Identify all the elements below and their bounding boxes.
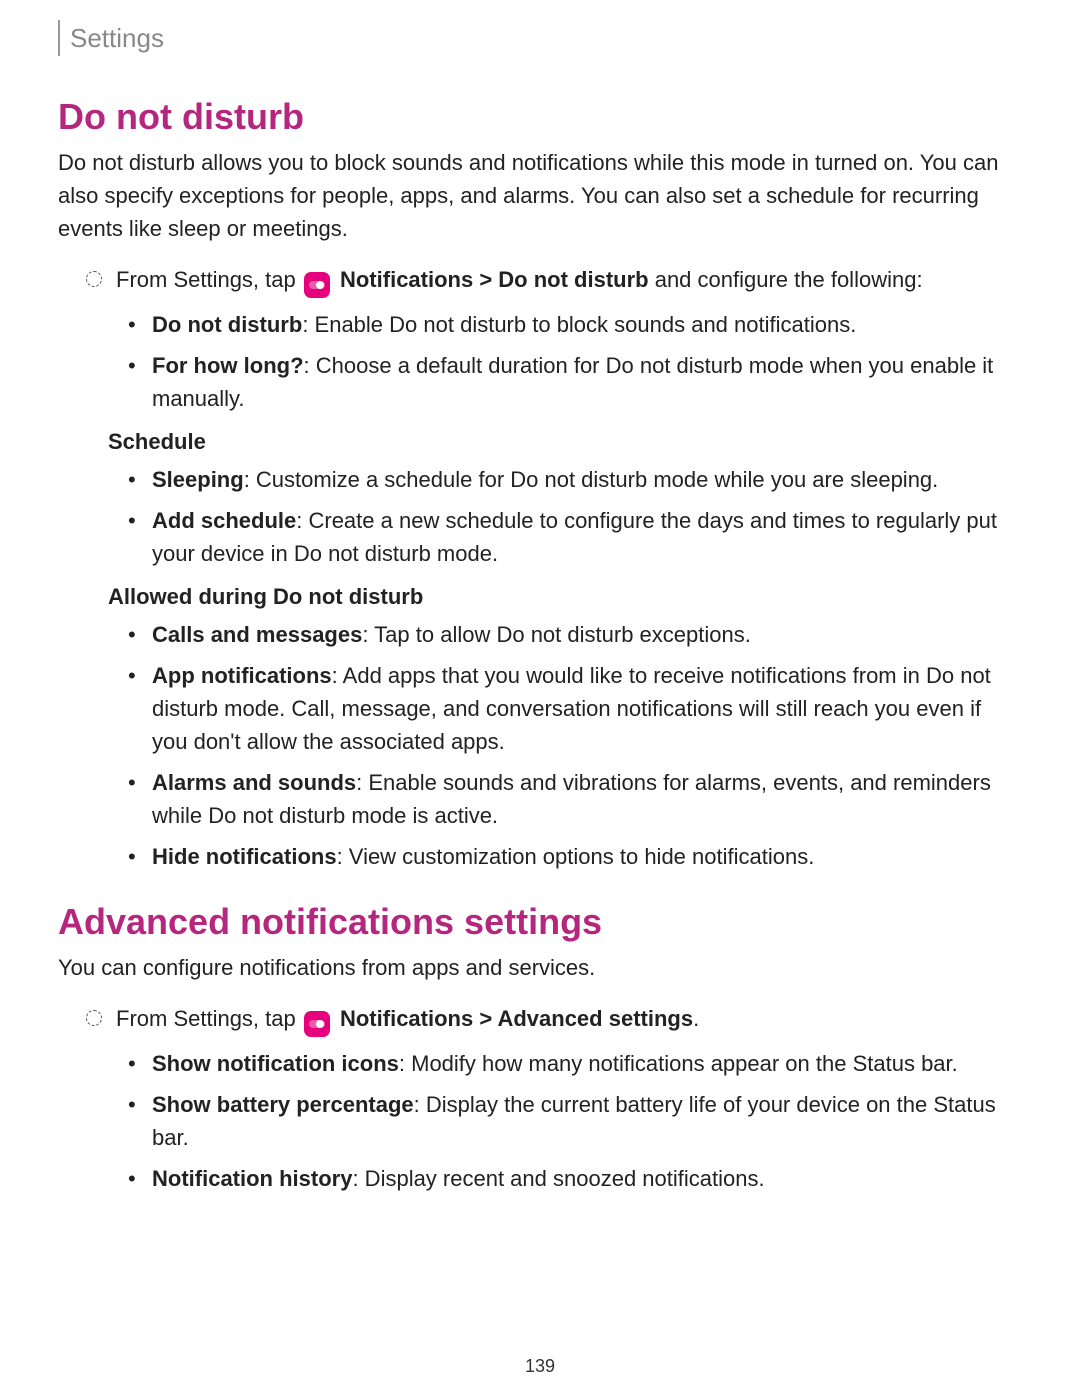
item-label: For how long?: [152, 353, 304, 378]
step-bullet-icon: [86, 1010, 102, 1026]
section-title: Advanced notifications settings: [58, 901, 1022, 943]
step-text: From Settings, tap Notifications > Advan…: [116, 1002, 1022, 1037]
list-item: Show notification icons: Modify how many…: [128, 1047, 1022, 1080]
item-label: App notifications: [152, 663, 332, 688]
list-item: App notifications: Add apps that you wou…: [128, 659, 1022, 758]
header-section-label: Settings: [70, 23, 164, 54]
option-list: Calls and messages: Tap to allow Do not …: [128, 618, 1022, 873]
step-bullet-icon: [86, 271, 102, 287]
list-item: Show battery percentage: Display the cur…: [128, 1088, 1022, 1154]
option-list: Show notification icons: Modify how many…: [128, 1047, 1022, 1195]
notifications-icon: [304, 1011, 330, 1037]
document-page: Settings Do not disturb Do not disturb a…: [0, 0, 1080, 1397]
group-subheading: Allowed during Do not disturb: [108, 584, 1022, 610]
group-subheading: Schedule: [108, 429, 1022, 455]
item-text: : Enable Do not disturb to block sounds …: [302, 312, 856, 337]
item-text: : Modify how many notifications appear o…: [399, 1051, 958, 1076]
item-text: : View customization options to hide not…: [337, 844, 815, 869]
item-text: : Display recent and snoozed notificatio…: [352, 1166, 764, 1191]
option-list: Sleeping: Customize a schedule for Do no…: [128, 463, 1022, 570]
step-prefix: From Settings, tap: [116, 1006, 302, 1031]
section-intro: Do not disturb allows you to block sound…: [58, 146, 1022, 245]
step-suffix: .: [693, 1006, 699, 1031]
list-item: Notification history: Display recent and…: [128, 1162, 1022, 1195]
step-path: Notifications > Do not disturb: [340, 267, 649, 292]
item-label: Sleeping: [152, 467, 244, 492]
item-label: Calls and messages: [152, 622, 362, 647]
option-list: Do not disturb: Enable Do not disturb to…: [128, 308, 1022, 415]
item-text: : Customize a schedule for Do not distur…: [244, 467, 939, 492]
item-label: Show notification icons: [152, 1051, 399, 1076]
item-label: Add schedule: [152, 508, 296, 533]
step-text: From Settings, tap Notifications > Do no…: [116, 263, 1022, 298]
list-item: Alarms and sounds: Enable sounds and vib…: [128, 766, 1022, 832]
item-label: Show battery percentage: [152, 1092, 414, 1117]
running-header: Settings: [58, 20, 1022, 56]
section-title: Do not disturb: [58, 96, 1022, 138]
step-prefix: From Settings, tap: [116, 267, 302, 292]
list-item: Sleeping: Customize a schedule for Do no…: [128, 463, 1022, 496]
list-item: Do not disturb: Enable Do not disturb to…: [128, 308, 1022, 341]
item-label: Do not disturb: [152, 312, 302, 337]
step-path: Notifications > Advanced settings: [340, 1006, 693, 1031]
item-label: Hide notifications: [152, 844, 337, 869]
instruction-step: From Settings, tap Notifications > Do no…: [86, 263, 1022, 298]
list-item: Hide notifications: View customization o…: [128, 840, 1022, 873]
header-rule: [58, 20, 60, 56]
item-label: Notification history: [152, 1166, 352, 1191]
list-item: Add schedule: Create a new schedule to c…: [128, 504, 1022, 570]
instruction-step: From Settings, tap Notifications > Advan…: [86, 1002, 1022, 1037]
list-item: For how long?: Choose a default duration…: [128, 349, 1022, 415]
step-suffix: and configure the following:: [649, 267, 923, 292]
notifications-icon: [304, 272, 330, 298]
item-label: Alarms and sounds: [152, 770, 356, 795]
page-number: 139: [0, 1356, 1080, 1377]
item-text: : Tap to allow Do not disturb exceptions…: [362, 622, 750, 647]
list-item: Calls and messages: Tap to allow Do not …: [128, 618, 1022, 651]
section-intro: You can configure notifications from app…: [58, 951, 1022, 984]
